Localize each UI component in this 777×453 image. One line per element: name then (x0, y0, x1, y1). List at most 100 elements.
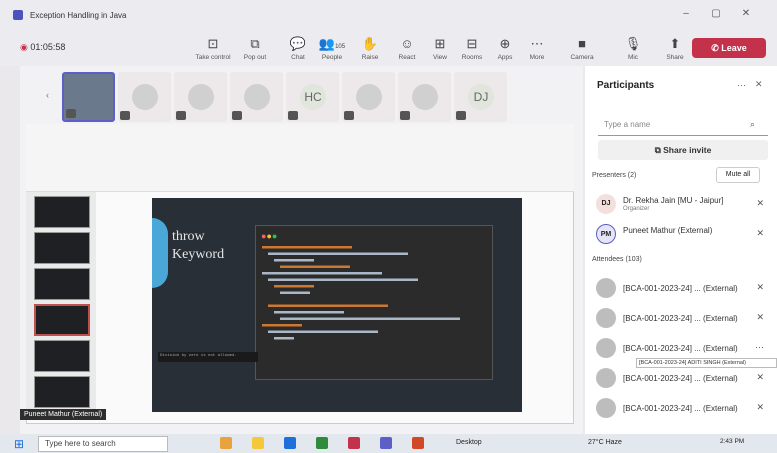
chevron-left-icon[interactable]: ‹ (46, 90, 49, 100)
slide-heading: throw Keyword (172, 229, 225, 262)
mic-off-icon[interactable]: ✕ (756, 402, 764, 413)
avatar (596, 308, 616, 328)
mic-off-icon (344, 111, 354, 120)
participant-tile[interactable] (174, 72, 227, 122)
slide-thumbnails (26, 192, 96, 410)
shared-app-ribbon (26, 124, 574, 192)
meeting-timer: 01:05:58 (30, 42, 66, 52)
slide-thumbnail[interactable] (34, 340, 90, 372)
slide-thumbnail[interactable] (34, 304, 90, 336)
participant-tile[interactable] (62, 72, 115, 122)
recording-indicator: ◉ 01:05:58 (20, 42, 65, 53)
mic-off-icon[interactable]: ✕ (756, 282, 764, 293)
attendees-header[interactable]: Attendees (103) (592, 256, 642, 263)
code-line (274, 259, 314, 262)
windows-start-icon[interactable]: ⊞ (14, 437, 24, 451)
raise-hand-button[interactable]: ✋ Raise (350, 36, 390, 61)
name-tooltip: [BCA-001-2023-24] ADITI SINGH (External) (636, 358, 777, 368)
close-button[interactable]: ✕ (736, 8, 756, 22)
more-options-icon[interactable]: ⋯ (755, 342, 764, 353)
participant-tile[interactable] (230, 72, 283, 122)
taskbar-app-icon[interactable] (412, 437, 424, 449)
taskbar-search-input[interactable]: Type here to search (38, 436, 168, 452)
console-output: Division by zero is not allowed. (158, 352, 258, 362)
weather-text: 27°C Haze (588, 439, 622, 446)
presenter-row[interactable]: DJ Dr. Rekha Jain [MU - Jaipur] Organizer ✕ (596, 194, 768, 216)
slide-thumbnail[interactable] (34, 268, 90, 300)
taskbar-app-icon[interactable] (380, 437, 392, 449)
attendee-row[interactable]: [BCA-001-2023-24] ... (External) ✕ (596, 398, 768, 420)
window-dots-icon: ●●● (261, 231, 278, 241)
teams-icon (13, 10, 23, 20)
camera-button[interactable]: ■ Camera (562, 36, 602, 61)
people-label: People (321, 54, 343, 61)
attendee-row[interactable]: [BCA-001-2023-24] ... (External) ✕ (596, 308, 768, 330)
participant-tile[interactable]: DJ (454, 72, 507, 122)
participant-name: [BCA-001-2023-24] ... (External) (623, 374, 738, 383)
close-panel-icon[interactable]: ✕ (755, 79, 763, 90)
code-line (274, 311, 344, 314)
mic-off-icon (288, 111, 298, 120)
share-invite-button[interactable]: ⧉ Share invite (598, 140, 768, 160)
title-bar: Exception Handling in Java – ▢ ✕ (0, 0, 777, 32)
avatar (596, 398, 616, 418)
participant-name: [BCA-001-2023-24] ... (External) (623, 314, 738, 323)
raise-hand-icon: ✋ (361, 36, 379, 51)
attendee-row[interactable]: [BCA-001-2023-24] ... (External) ⋯ (596, 338, 768, 360)
search-input[interactable]: Type a name (598, 116, 768, 136)
record-icon: ◉ (20, 42, 28, 52)
attendee-row[interactable]: [BCA-001-2023-24] ... (External) ✕ (596, 278, 768, 300)
more-options-icon[interactable]: ⋯ (737, 80, 746, 91)
pop-out-button[interactable]: ⧉ Pop out (235, 36, 275, 61)
participant-tile[interactable]: HC (286, 72, 339, 122)
slide-thumbnail[interactable] (34, 196, 90, 228)
slide-thumbnail[interactable] (34, 232, 90, 264)
participant-tile[interactable] (398, 72, 451, 122)
participant-name: Puneet Mathur (External) (623, 226, 713, 235)
code-line (280, 265, 350, 268)
mic-off-icon[interactable]: ✕ (756, 228, 764, 239)
avatar (188, 84, 214, 110)
more-button[interactable]: ⋯ More (517, 36, 557, 61)
share-button[interactable]: ⬆ Share (655, 36, 695, 61)
participant-name: [BCA-001-2023-24] ... (External) (623, 344, 738, 353)
code-line (268, 278, 418, 281)
participant-tile[interactable] (342, 72, 395, 122)
avatar: DJ (596, 194, 616, 214)
mic-button[interactable]: 🎙 Mic (613, 36, 653, 61)
presenters-header[interactable]: Presenters (2) (592, 172, 636, 179)
panel-title: Participants (597, 80, 655, 91)
mic-off-icon[interactable]: ✕ (756, 198, 764, 209)
mic-off-icon[interactable]: ✕ (756, 312, 764, 323)
mic-off-icon (120, 111, 130, 120)
code-line (274, 337, 294, 340)
minimize-button[interactable]: – (676, 8, 696, 22)
leave-label: Leave (721, 43, 747, 53)
taskbar-app-icon[interactable] (284, 437, 296, 449)
mute-all-button[interactable]: Mute all (716, 167, 760, 183)
participant-name: [BCA-001-2023-24] ... (External) (623, 404, 738, 413)
share-icon: ⬆ (669, 36, 681, 51)
taskbar-app-icon[interactable] (316, 437, 328, 449)
take-control-button[interactable]: ⊡ Take control (193, 36, 233, 61)
code-line (268, 330, 378, 333)
restore-button[interactable]: ▢ (706, 8, 726, 22)
mic-off-icon[interactable]: ✕ (756, 372, 764, 383)
taskbar-app-icon[interactable] (252, 437, 264, 449)
desktop-toolbar[interactable]: Desktop (456, 439, 482, 446)
mic-off-icon (66, 109, 76, 118)
people-button[interactable]: 👥105 People (312, 36, 352, 61)
code-line (262, 246, 352, 249)
slide-thumbnail[interactable] (34, 376, 90, 408)
leave-button[interactable]: ✆ Leave (692, 38, 766, 58)
code-line (262, 272, 382, 275)
avatar (596, 338, 616, 358)
taskbar-app-icon[interactable] (348, 437, 360, 449)
more-icon: ⋯ (530, 36, 544, 51)
attendee-row[interactable]: [BCA-001-2023-24] ... (External) ✕ (596, 368, 768, 390)
raise-hand-label: Raise (361, 54, 379, 61)
code-line (268, 252, 408, 255)
presenter-row[interactable]: PM Puneet Mathur (External) ✕ (596, 224, 768, 246)
taskbar-app-icon[interactable] (220, 437, 232, 449)
participant-tile[interactable] (118, 72, 171, 122)
